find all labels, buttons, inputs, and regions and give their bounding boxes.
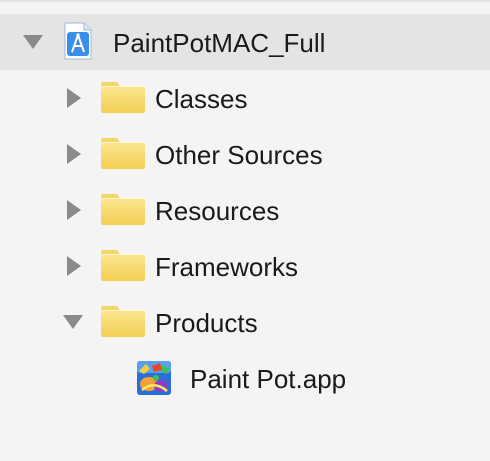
disclosure-collapsed-icon[interactable] <box>67 256 81 276</box>
tree-row-project[interactable]: PaintPotMAC_Full <box>0 14 490 70</box>
folder-icon <box>101 194 145 225</box>
disclosure-collapsed-icon[interactable] <box>67 144 81 164</box>
disclosure-collapsed-icon[interactable] <box>67 88 81 108</box>
folder-icon <box>101 138 145 169</box>
folder-icon <box>101 82 145 113</box>
group-label: Products <box>155 308 258 338</box>
app-icon <box>137 361 171 395</box>
folder-icon <box>101 250 145 281</box>
tree-row-classes[interactable]: Classes <box>0 70 490 126</box>
group-label: Resources <box>155 196 280 226</box>
disclosure-expanded-icon[interactable] <box>23 35 43 49</box>
project-label: PaintPotMAC_Full <box>113 28 326 58</box>
disclosure-collapsed-icon[interactable] <box>67 200 81 220</box>
file-label: Paint Pot.app <box>190 364 347 394</box>
tree-row-paint-pot-app[interactable]: Paint Pot.app <box>0 350 490 406</box>
group-label: Classes <box>155 84 248 114</box>
project-navigator: PaintPotMAC_Full Classes Other Sources R… <box>0 0 490 461</box>
top-divider <box>0 0 490 2</box>
group-label: Frameworks <box>155 252 299 282</box>
folder-icon <box>101 306 145 337</box>
disclosure-expanded-icon[interactable] <box>63 315 83 329</box>
tree-row-other-sources[interactable]: Other Sources <box>0 126 490 182</box>
group-label: Other Sources <box>155 140 323 170</box>
tree-row-products[interactable]: Products <box>0 294 490 350</box>
tree-row-frameworks[interactable]: Frameworks <box>0 238 490 294</box>
tree-row-resources[interactable]: Resources <box>0 182 490 238</box>
xcode-project-icon <box>64 22 92 60</box>
